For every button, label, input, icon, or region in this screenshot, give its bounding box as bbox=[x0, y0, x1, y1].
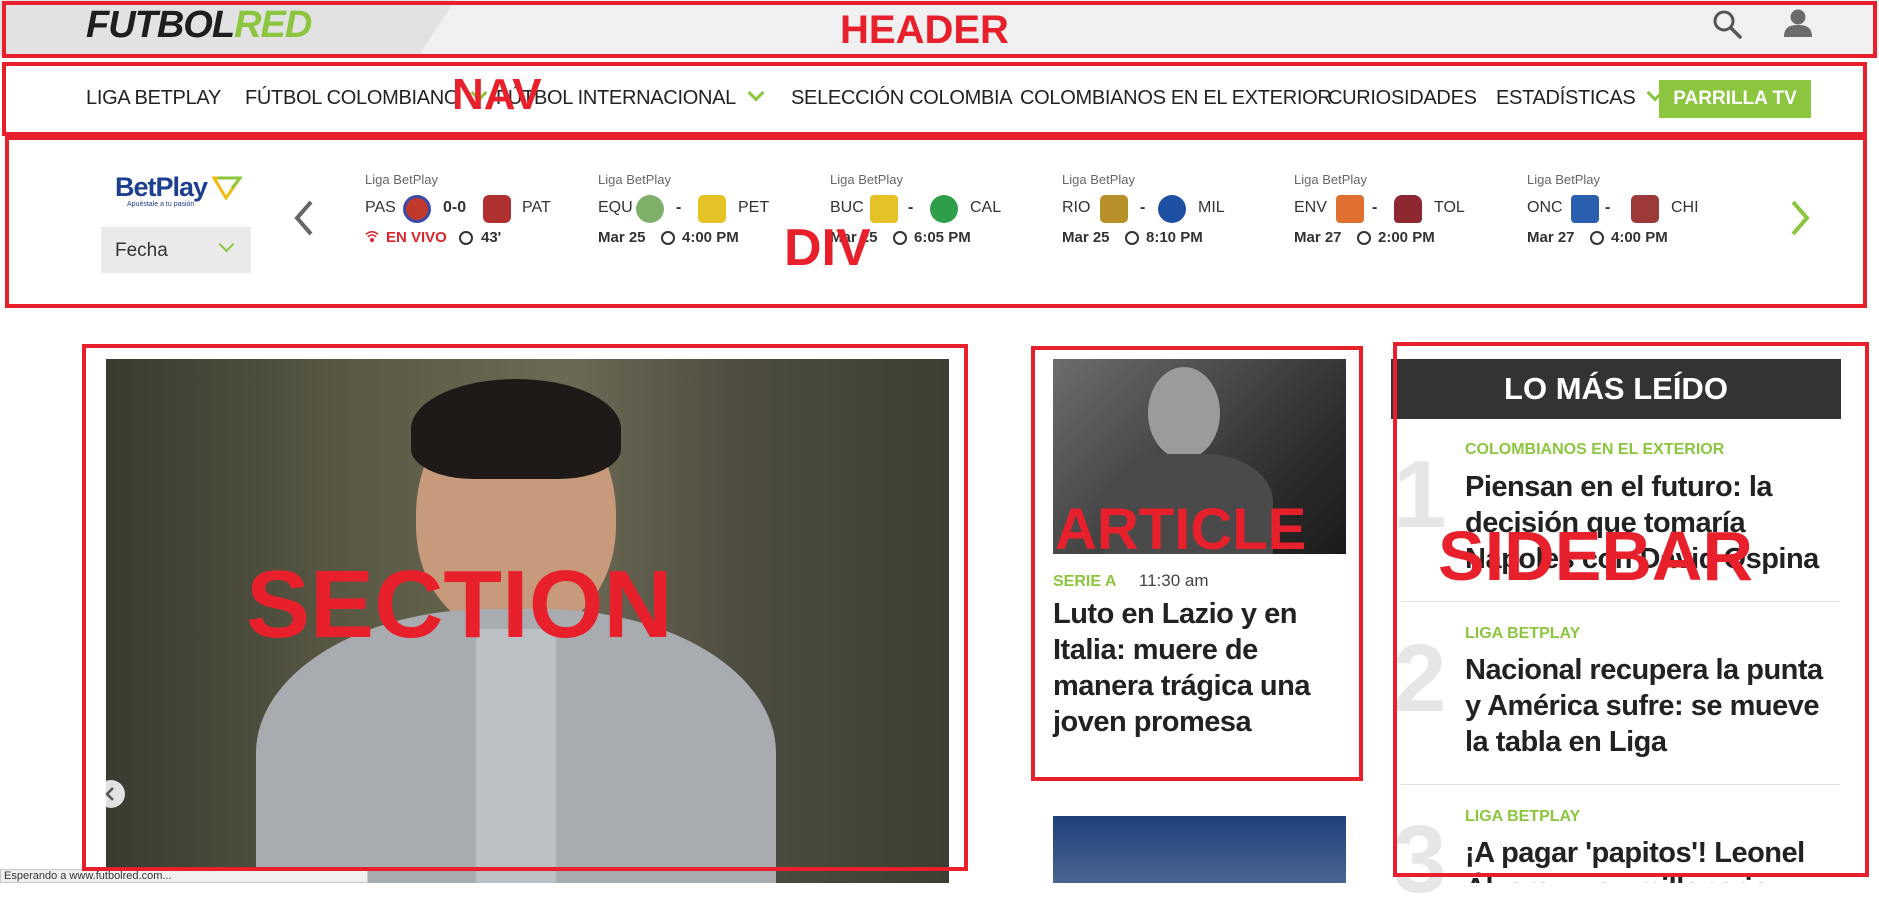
annotation-label-header: HEADER bbox=[840, 8, 1009, 52]
team-crest-icon bbox=[483, 195, 511, 223]
nav-item-futbol-colombiano[interactable]: FÚTBOL COLOMBIANO bbox=[245, 84, 488, 110]
team-crest-icon bbox=[1631, 195, 1659, 223]
article-meta: SERIE A 11:30 am bbox=[1053, 571, 1209, 591]
sidebar-item-category[interactable]: LIGA BETPLAY bbox=[1465, 625, 1580, 643]
article-image-2[interactable] bbox=[1053, 816, 1346, 883]
annotation-label-section: SECTION bbox=[246, 551, 673, 658]
sidebar-item-category[interactable]: COLOMBIANOS EN EL EXTERIOR bbox=[1465, 441, 1724, 459]
article-category[interactable]: SERIE A bbox=[1053, 573, 1116, 590]
team-crest-icon bbox=[930, 195, 958, 223]
player-face bbox=[1148, 367, 1220, 459]
nav-item-curiosidades[interactable]: CURIOSIDADES bbox=[1328, 87, 1477, 110]
live-icon bbox=[365, 231, 379, 242]
rank-number: 3 bbox=[1393, 806, 1447, 913]
betplay-swoosh-icon bbox=[212, 176, 242, 200]
chevron-right-icon[interactable] bbox=[1789, 199, 1811, 237]
sidebar-item-headline[interactable]: Nacional recupera la punta y América suf… bbox=[1465, 652, 1845, 760]
browser-status-bar: Esperando a www.futbolred.com... bbox=[0, 869, 368, 883]
clock-icon bbox=[893, 231, 907, 245]
annotation-box-sidebar bbox=[1393, 342, 1869, 877]
carousel-prev-button[interactable] bbox=[97, 780, 125, 808]
team-crest-icon bbox=[1571, 195, 1599, 223]
chevron-down-icon bbox=[747, 84, 765, 102]
annotation-label-nav: NAV bbox=[452, 70, 542, 119]
clock-icon bbox=[1357, 231, 1371, 245]
rank-number: 2 bbox=[1393, 625, 1447, 732]
betplay-logo[interactable]: BetPlay Apuéstale a tu pasión bbox=[115, 172, 208, 208]
jacket-zip bbox=[476, 629, 556, 883]
divider bbox=[1400, 601, 1840, 602]
article-time: 11:30 am bbox=[1138, 571, 1209, 590]
team-crest-icon bbox=[1336, 195, 1364, 223]
team-crest-icon bbox=[1394, 195, 1422, 223]
site-logo[interactable]: FUTBOLRED bbox=[86, 4, 312, 47]
match-card[interactable]: Liga BetPlay EQU - PET Mar 25 4:00 PM bbox=[598, 172, 798, 249]
match-card[interactable]: Liga BetPlay ONC - CHI Mar 27 4:00 PM bbox=[1527, 172, 1727, 249]
match-card[interactable]: Liga BetPlay RIO - MIL Mar 25 8:10 PM bbox=[1062, 172, 1262, 249]
team-crest-icon bbox=[403, 195, 431, 223]
nav-item-colombianos-exterior[interactable]: COLOMBIANOS EN EL EXTERIOR bbox=[1020, 87, 1332, 110]
annotation-label-article: ARTICLE bbox=[1055, 497, 1307, 562]
parrilla-tv-button[interactable]: PARRILLA TV bbox=[1659, 80, 1811, 118]
player-hair bbox=[411, 379, 621, 479]
article-headline[interactable]: Luto en Lazio y en Italia: muere de mane… bbox=[1053, 596, 1333, 740]
most-read-title: LO MÁS LEÍDO bbox=[1391, 359, 1841, 419]
annotation-label-div: DIV bbox=[784, 219, 871, 277]
chevron-left-icon bbox=[105, 787, 114, 801]
team-crest-icon bbox=[698, 195, 726, 223]
nav-item-liga-betplay[interactable]: LIGA BETPLAY bbox=[86, 87, 221, 110]
annotation-label-sidebar: SIDEBAR bbox=[1438, 517, 1754, 595]
date-select[interactable]: Fecha bbox=[101, 227, 251, 273]
nav-item-seleccion-colombia[interactable]: SELECCIÓN COLOMBIA bbox=[791, 87, 1013, 110]
chevron-down-icon bbox=[218, 236, 235, 253]
clock-icon bbox=[459, 231, 473, 245]
team-crest-icon bbox=[1100, 195, 1128, 223]
chevron-left-icon[interactable] bbox=[293, 199, 315, 237]
team-crest-icon bbox=[636, 195, 664, 223]
sidebar-item-headline[interactable]: ¡A pagar 'papitos'! Leonel Álvarez y su … bbox=[1465, 835, 1845, 883]
clock-icon bbox=[1590, 231, 1604, 245]
nav-item-estadisticas[interactable]: ESTADÍSTICAS bbox=[1496, 84, 1664, 110]
clock-icon bbox=[1125, 231, 1139, 245]
sidebar-item-category[interactable]: LIGA BETPLAY bbox=[1465, 808, 1580, 826]
team-crest-icon bbox=[870, 195, 898, 223]
search-icon[interactable] bbox=[1712, 9, 1742, 39]
match-card[interactable]: Liga BetPlay ENV - TOL Mar 27 2:00 PM bbox=[1294, 172, 1494, 249]
match-card[interactable]: Liga BetPlay PAS 0-0 PAT EN VIVO 43' bbox=[365, 172, 565, 249]
user-icon[interactable] bbox=[1782, 7, 1814, 39]
team-crest-icon bbox=[1158, 195, 1186, 223]
divider bbox=[1400, 784, 1840, 785]
clock-icon bbox=[661, 231, 675, 245]
